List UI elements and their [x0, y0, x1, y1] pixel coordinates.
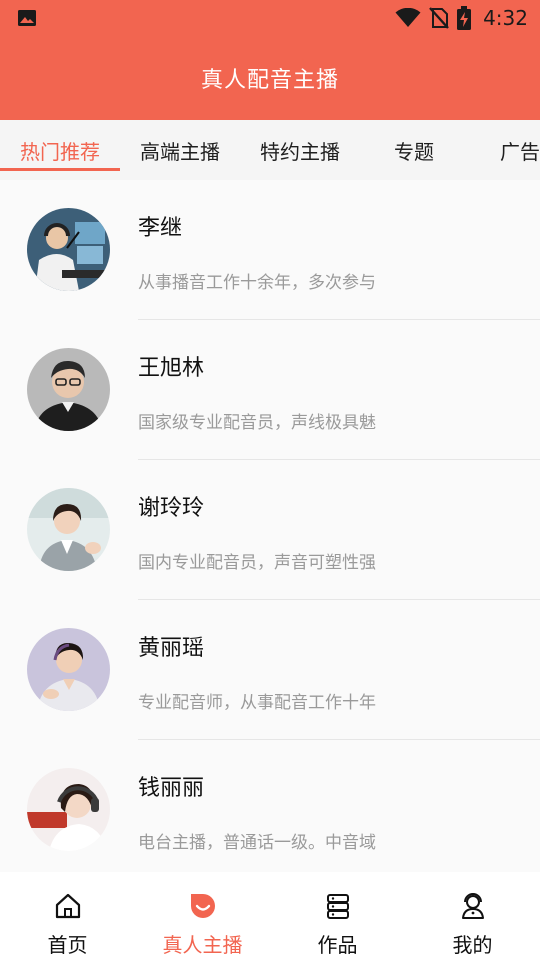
no-sim-icon [429, 7, 449, 29]
image-icon [18, 10, 36, 26]
category-tabs: 热门推荐 高端主播 特约主播 专题 广告 [0, 120, 540, 180]
nav-works[interactable]: 作品 [270, 872, 405, 960]
page-title: 真人配音主播 [200, 68, 339, 93]
anchor-description: 专业配音师，从事配音工作十年 [138, 693, 376, 713]
list-item[interactable]: 李继 从事播音工作十余年，多次参与 [0, 180, 540, 320]
anchor-description: 电台主播，普通话一级。中音域 [138, 833, 376, 853]
wifi-icon [395, 8, 421, 27]
status-icons: 4:32 [395, 5, 528, 31]
smile-bubble-icon [190, 894, 215, 918]
nav-anchors[interactable]: 真人主播 [135, 872, 270, 960]
nav-works-label: 作品 [317, 933, 358, 957]
avatar [27, 488, 110, 571]
anchor-description: 国家级专业配音员，声线极具魅 [138, 413, 376, 433]
nav-mine[interactable]: 我的 [405, 872, 540, 960]
user-headset-icon [461, 893, 484, 919]
anchor-name: 谢玲玲 [138, 496, 205, 521]
anchor-name: 黄丽瑶 [138, 636, 205, 661]
anchor-name: 李继 [138, 216, 183, 241]
app-bar: 真人配音主播 [0, 36, 540, 120]
nav-anchors-label: 真人主播 [162, 933, 243, 957]
anchor-name: 钱丽丽 [138, 776, 205, 801]
tab-topics[interactable]: 专题 [360, 120, 468, 180]
status-bar: 4:32 [0, 0, 540, 36]
tab-ads[interactable]: 广告 [500, 120, 540, 180]
nav-mine-label: 我的 [452, 933, 493, 957]
anchor-description: 从事播音工作十余年，多次参与 [138, 273, 376, 293]
home-icon [55, 893, 80, 919]
tab-indicator [0, 168, 120, 171]
server-stack-icon [326, 894, 349, 919]
nav-home-label: 首页 [47, 933, 88, 957]
tab-premium[interactable]: 高端主播 [120, 120, 240, 180]
tab-special[interactable]: 特约主播 [240, 120, 360, 180]
avatar [27, 208, 110, 291]
anchor-list[interactable]: 李继 从事播音工作十余年，多次参与 王旭林 国家级专业配音员，声线极具魅 谢玲玲… [0, 180, 540, 872]
nav-home[interactable]: 首页 [0, 872, 135, 960]
battery-charging-icon [457, 6, 472, 30]
avatar [27, 628, 110, 711]
status-time: 4:32 [483, 6, 528, 30]
list-item[interactable]: 黄丽瑶 专业配音师，从事配音工作十年 [0, 600, 540, 740]
list-item[interactable]: 王旭林 国家级专业配音员，声线极具魅 [0, 320, 540, 460]
avatar [27, 348, 110, 431]
list-item[interactable]: 谢玲玲 国内专业配音员，声音可塑性强 [0, 460, 540, 600]
anchor-description: 国内专业配音员，声音可塑性强 [138, 553, 376, 573]
tab-hot[interactable]: 热门推荐 [0, 120, 120, 180]
bottom-navigation: 首页 真人主播 作品 我的 [0, 872, 540, 960]
anchor-name: 王旭林 [138, 356, 205, 381]
list-item[interactable]: 钱丽丽 电台主播，普通话一级。中音域 [0, 740, 540, 872]
avatar [27, 768, 110, 851]
